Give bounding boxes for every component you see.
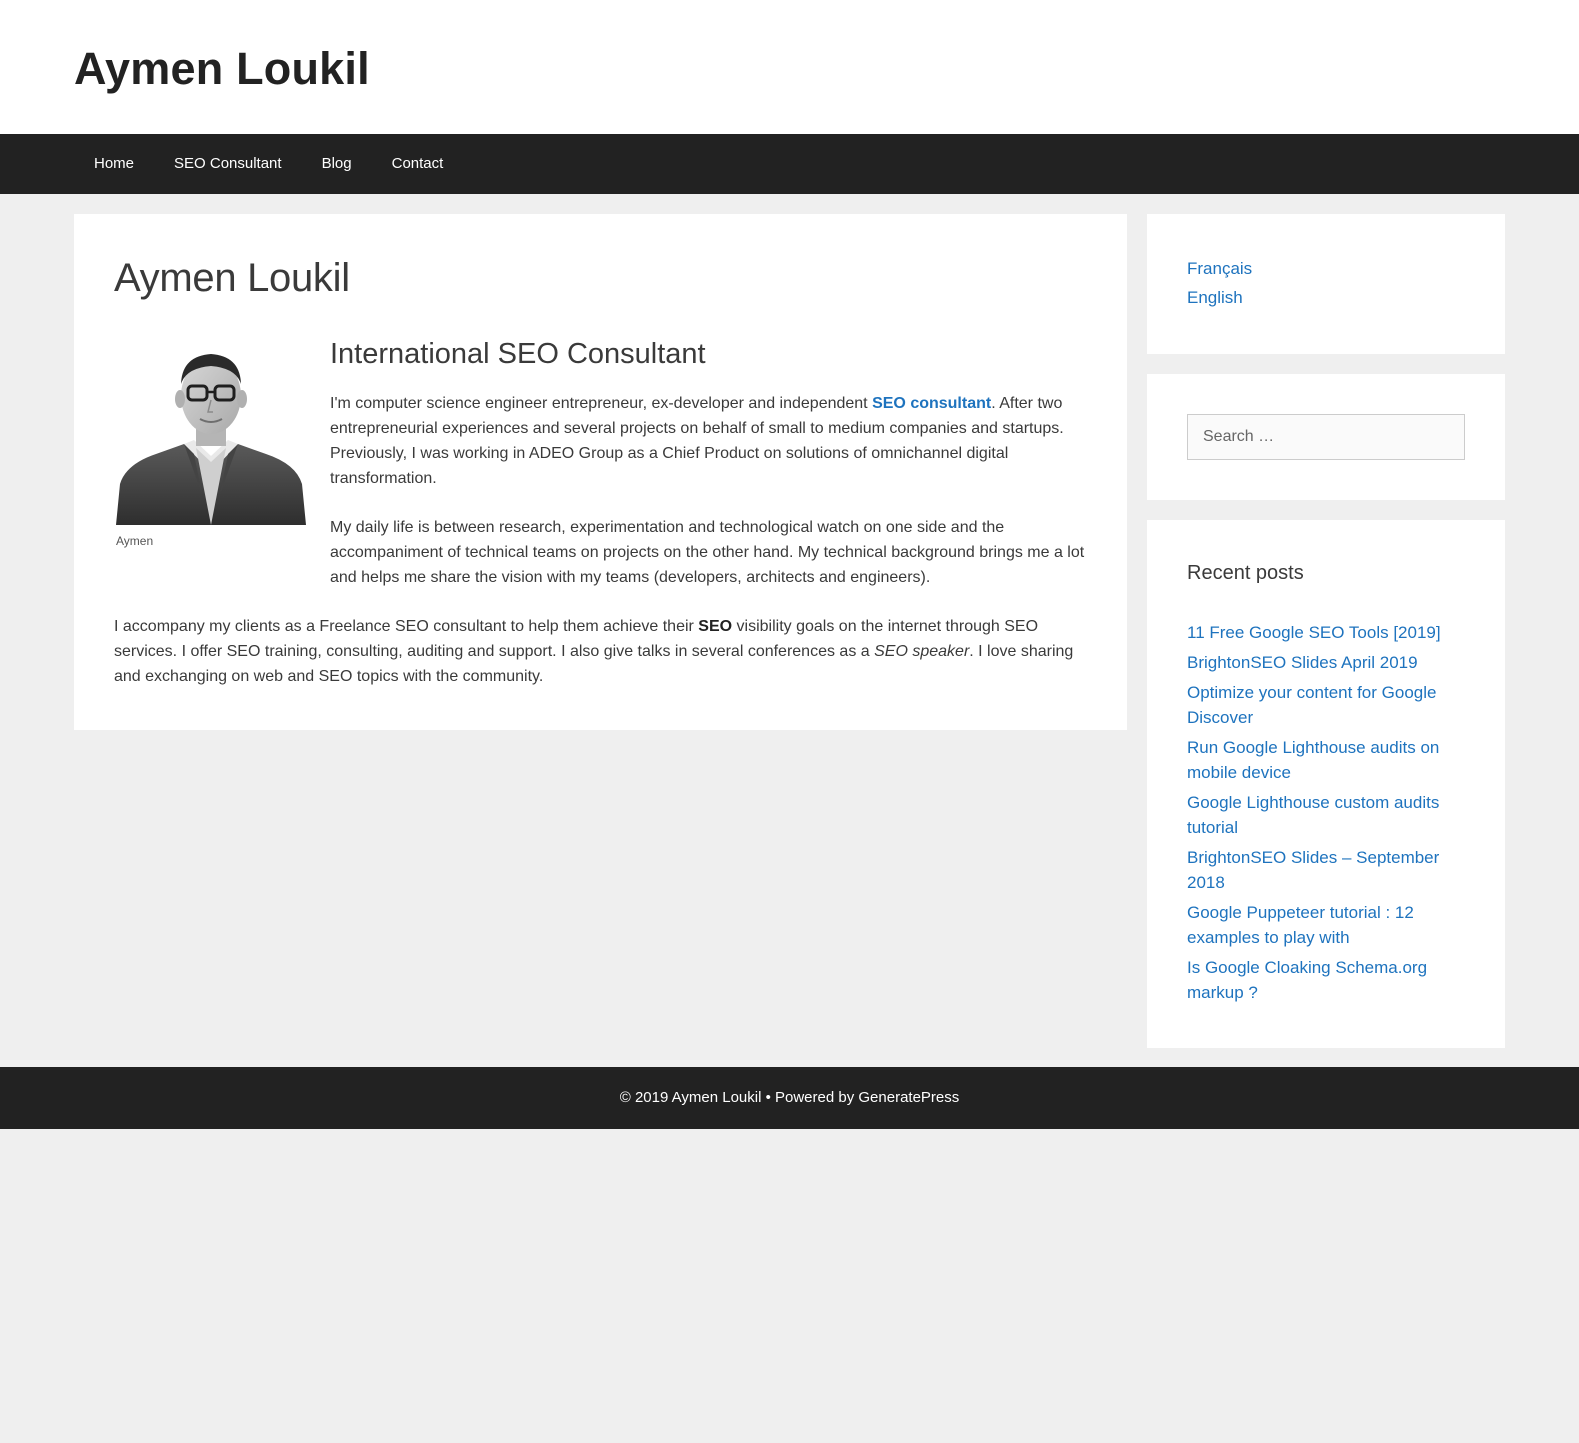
nav-item-home[interactable]: Home [74, 134, 154, 194]
main-content: Aymen Loukil Aymen International SEO Con… [74, 214, 1127, 730]
recent-post-link[interactable]: Google Puppeteer tutorial : 12 examples … [1187, 903, 1414, 947]
intro-paragraph: I'm computer science engineer entreprene… [330, 391, 1090, 491]
author-figure: Aymen [116, 344, 306, 548]
language-link-english[interactable]: English [1187, 288, 1243, 307]
recent-post-link[interactable]: BrightonSEO Slides – September 2018 [1187, 848, 1439, 892]
author-portrait-icon [116, 344, 306, 525]
recent-post-link[interactable]: BrightonSEO Slides April 2019 [1187, 653, 1418, 672]
recent-post-link[interactable]: Google Lighthouse custom audits tutorial [1187, 793, 1439, 837]
recent-posts-list: 11 Free Google SEO Tools [2019] Brighton… [1187, 620, 1465, 1010]
recent-post-link[interactable]: Is Google Cloaking Schema.org markup ? [1187, 958, 1427, 1002]
recent-posts-title: Recent posts [1187, 562, 1304, 584]
language-link-francais[interactable]: Français [1187, 259, 1252, 278]
main-navigation: Home SEO Consultant Blog Contact [0, 134, 1579, 194]
intro-text-start: I'm computer science engineer entreprene… [330, 395, 873, 412]
author-photo [116, 344, 306, 525]
nav-item-blog[interactable]: Blog [302, 134, 372, 194]
recent-post-link[interactable]: Run Google Lighthouse audits on mobile d… [1187, 738, 1439, 782]
seo-bold-text: SEO [698, 618, 733, 635]
services-paragraph: I accompany my clients as a Freelance SE… [114, 614, 1089, 689]
site-footer: © 2019 Aymen Loukil • Powered by Generat… [0, 1067, 1579, 1129]
site-title[interactable]: Aymen Loukil [74, 42, 370, 96]
footer-copyright: © 2019 Aymen Loukil • Powered by Generat… [619, 1089, 960, 1106]
search-widget [1147, 374, 1505, 500]
recent-post-link[interactable]: Optimize your content for Google Discove… [1187, 683, 1436, 727]
nav-item-seo-consultant[interactable]: SEO Consultant [154, 134, 302, 194]
language-widget: Français English [1147, 214, 1505, 354]
nav-item-contact[interactable]: Contact [372, 134, 464, 194]
seo-consultant-link[interactable]: SEO consultant [872, 395, 991, 412]
recent-post-link[interactable]: 11 Free Google SEO Tools [2019] [1187, 623, 1441, 642]
page-title: Aymen Loukil [114, 256, 350, 300]
seo-speaker-italic: SEO speaker [874, 643, 970, 660]
daily-life-paragraph: My daily life is between research, exper… [330, 519, 1085, 586]
photo-caption: Aymen [116, 534, 154, 548]
services-text-1: I accompany my clients as a Freelance SE… [114, 618, 699, 635]
nav-menu: Home SEO Consultant Blog Contact [0, 134, 1579, 194]
language-list: Français English [1187, 254, 1252, 312]
search-input[interactable] [1187, 414, 1465, 460]
recent-posts-widget: Recent posts 11 Free Google SEO Tools [2… [1147, 520, 1505, 1048]
section-subtitle: International SEO Consultant [330, 338, 706, 370]
site-header: Aymen Loukil [0, 0, 1579, 134]
